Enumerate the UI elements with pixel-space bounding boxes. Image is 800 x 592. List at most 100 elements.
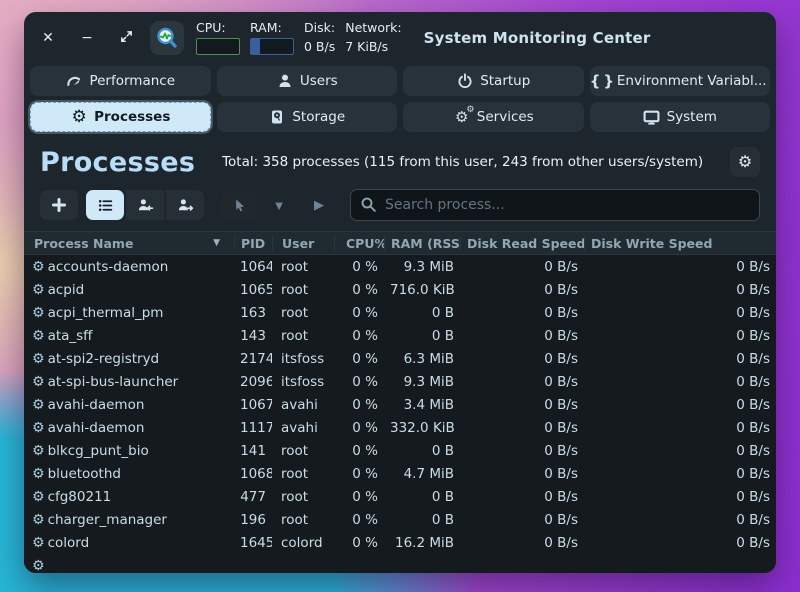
sort-arrow-icon: ▼ [213, 238, 228, 248]
cell-name: avahi-daemon [24, 420, 234, 436]
process-name: acpid [48, 282, 85, 298]
cell-pid: 1068 [234, 466, 272, 482]
table-row[interactable]: ata_sff143root0 %0 B0 B/s0 B/s [24, 324, 776, 347]
cell-ram: 3.4 MiB [384, 397, 460, 413]
table-row[interactable]: cfg80211477root0 %0 B0 B/s0 B/s [24, 485, 776, 508]
table-row[interactable]: accounts-daemon1064root0 %9.3 MiB0 B/s0 … [24, 255, 776, 278]
list-icon [97, 197, 114, 214]
cell-ram: 332.0 KiB [384, 420, 460, 436]
process-gear-icon [32, 421, 45, 435]
column-label: Process Name [34, 236, 133, 251]
all-processes-button[interactable] [166, 190, 204, 220]
cell-read: 0 B/s [460, 305, 584, 321]
cell-read: 0 B/s [460, 443, 584, 459]
resource-monitors: CPU: RAM: Disk: 0 B/s Network: 7 KiB/s [196, 21, 402, 55]
process-name: bluetoothd [48, 466, 121, 482]
cell-read: 0 B/s [460, 535, 584, 551]
column-header-ram[interactable]: RAM (RSS) [384, 236, 460, 251]
cell-ram: 9.3 MiB [384, 374, 460, 390]
process-gear-icon [32, 398, 45, 412]
user-arrow-out-icon [177, 197, 194, 214]
expand-all-button[interactable] [40, 190, 78, 220]
column-header-pid[interactable]: PID [234, 236, 272, 251]
table-row[interactable]: blkcg_punt_bio141root0 %0 B0 B/s0 B/s [24, 439, 776, 462]
table-row[interactable]: at-spi-bus-launcher2096itsfoss0 %9.3 MiB… [24, 370, 776, 393]
network-monitor: Network: 7 KiB/s [345, 21, 401, 55]
table-row[interactable]: acpid1065root0 %716.0 KiB0 B/s0 B/s [24, 278, 776, 301]
table-row[interactable]: at-spi2-registryd2174itsfoss0 %6.3 MiB0 … [24, 347, 776, 370]
process-count-summary: Total: 358 processes (115 from this user… [195, 154, 730, 170]
tab-processes[interactable]: ⚙ Processes [30, 102, 211, 132]
cell-read: 0 B/s [460, 397, 584, 413]
table-row[interactable]: colord1645colord0 %16.2 MiB0 B/s0 B/s [24, 531, 776, 554]
tab-label: Services [477, 109, 534, 125]
cell-pid: 196 [234, 512, 272, 528]
select-process-button[interactable] [222, 190, 256, 220]
tab-environment-variables[interactable]: { } Environment Variabl... [590, 66, 771, 96]
process-name: blkcg_punt_bio [48, 443, 149, 459]
cell-pid: 1065 [234, 282, 272, 298]
cell-name: bluetoothd [24, 466, 234, 482]
tab-label: Users [300, 73, 338, 89]
cell-name: cfg80211 [24, 489, 234, 505]
process-gear-icon [32, 283, 45, 297]
cell-cpu: 0 % [334, 420, 384, 436]
tab-users[interactable]: Users [217, 66, 398, 96]
tab-services[interactable]: ⚙⚙ Services [403, 102, 584, 132]
table-row[interactable]: charger_manager196root0 %0 B0 B/s0 B/s [24, 508, 776, 531]
process-gear-icon [32, 352, 45, 366]
column-header-cpu[interactable]: CPU% [334, 236, 384, 251]
process-gear-icon [32, 375, 45, 389]
table-row-partial[interactable] [24, 554, 776, 573]
tab-system[interactable]: System [590, 102, 771, 132]
stop-process-button[interactable]: ▼ [262, 190, 296, 220]
selection-actions-group: ▼ ▶ [222, 190, 336, 220]
column-header-user[interactable]: User [272, 236, 334, 251]
minimize-button[interactable]: − [79, 31, 95, 45]
cell-name: acpid [24, 282, 234, 298]
column-header-process-name[interactable]: Process Name ▼ [24, 236, 234, 251]
maximize-button[interactable] [118, 29, 134, 47]
toolbar: ▼ ▶ [24, 187, 776, 223]
process-gear-icon [32, 559, 45, 573]
cell-name: ata_sff [24, 328, 234, 344]
cell-ram: 9.3 MiB [384, 259, 460, 275]
column-header-disk-read[interactable]: Disk Read Speed [460, 236, 584, 251]
cell-read: 0 B/s [460, 466, 584, 482]
table-row[interactable]: acpi_thermal_pm163root0 %0 B0 B/s0 B/s [24, 301, 776, 324]
list-view-button[interactable] [86, 190, 124, 220]
table-header: Process Name ▼ PID User CPU% RAM (RSS) D… [24, 231, 776, 255]
tab-label: Processes [94, 109, 170, 125]
settings-button[interactable]: ⚙ [730, 147, 760, 177]
tab-storage[interactable]: Storage [217, 102, 398, 132]
cell-pid: 1067 [234, 397, 272, 413]
table-row[interactable]: avahi-daemon1067avahi0 %3.4 MiB0 B/s0 B/… [24, 393, 776, 416]
cell-name: colord [24, 535, 234, 551]
tab-startup[interactable]: Startup [403, 66, 584, 96]
ram-label: RAM: [250, 21, 294, 35]
cell-user: colord [272, 535, 334, 551]
close-button[interactable]: ✕ [40, 31, 56, 45]
cell-user: itsfoss [272, 374, 334, 390]
cell-ram: 0 B [384, 305, 460, 321]
cell-write: 0 B/s [584, 374, 776, 390]
table-row[interactable]: avahi-daemon1117avahi0 %332.0 KiB0 B/s0 … [24, 416, 776, 439]
search-input[interactable] [350, 189, 760, 221]
cell-write: 0 B/s [584, 259, 776, 275]
cell-user: itsfoss [272, 351, 334, 367]
table-row[interactable]: bluetoothd1068root0 %4.7 MiB0 B/s0 B/s [24, 462, 776, 485]
tab-performance[interactable]: Performance [30, 66, 211, 96]
cell-pid: 477 [234, 489, 272, 505]
cell-user: root [272, 512, 334, 528]
user-processes-button[interactable] [126, 190, 164, 220]
process-name: avahi-daemon [48, 397, 145, 413]
continue-process-button[interactable]: ▶ [302, 190, 336, 220]
cell-write: 0 B/s [584, 397, 776, 413]
cell-pid: 163 [234, 305, 272, 321]
process-name: acpi_thermal_pm [48, 305, 164, 321]
tab-label: Environment Variabl... [617, 73, 767, 89]
cell-user: avahi [272, 420, 334, 436]
cell-write: 0 B/s [584, 420, 776, 436]
column-header-disk-write[interactable]: Disk Write Speed [584, 236, 776, 251]
cell-user: root [272, 466, 334, 482]
